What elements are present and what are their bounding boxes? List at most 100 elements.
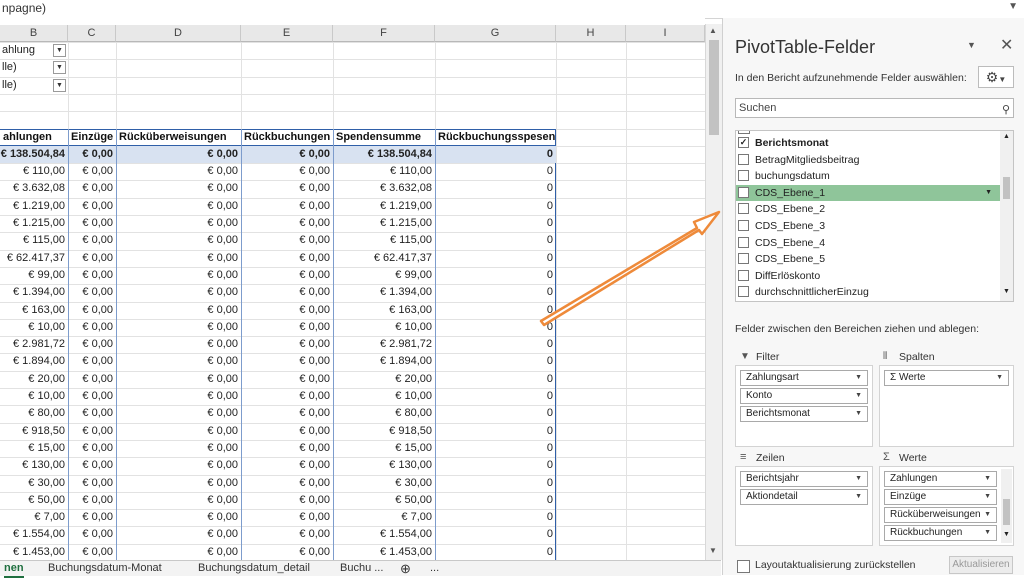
chevron-down-icon[interactable]: ▼ xyxy=(985,185,992,201)
sheet-tab[interactable]: Buchungsdatum-Monat xyxy=(48,561,162,576)
filter-dropdown-icon[interactable]: ▼ xyxy=(53,44,66,57)
filter-dropdown-icon[interactable]: ▼ xyxy=(53,61,66,75)
formula-bar[interactable]: npagne) ▼ xyxy=(0,0,1024,19)
table-cell: € 80,00 xyxy=(28,407,65,420)
field-list-item[interactable]: ✓ Berichtsmonat xyxy=(736,135,1000,151)
chevron-down-icon[interactable]: ▼ xyxy=(984,526,991,540)
sheet-tabs-more[interactable]: ... xyxy=(430,561,439,576)
field-checkbox[interactable] xyxy=(738,286,749,298)
field-checkbox[interactable] xyxy=(738,269,749,281)
field-list-item[interactable]: BetragMitgliedsbeitrag xyxy=(736,152,1000,168)
filter-chip[interactable]: Zahlungsart ▼ xyxy=(740,370,868,386)
field-list-item[interactable]: CDS_Ebene_2 xyxy=(736,201,1000,217)
field-checkbox[interactable] xyxy=(738,153,749,165)
table-cell: 0 xyxy=(546,199,553,212)
field-label: Berichtsmonat xyxy=(755,137,829,149)
sheet-tab-active[interactable]: nen xyxy=(4,561,24,578)
values-area-scrollbar[interactable]: ▼ xyxy=(1001,469,1012,543)
chevron-down-icon[interactable]: ▼ xyxy=(984,508,991,522)
search-icon[interactable]: ⚲ xyxy=(1002,101,1010,119)
field-checkbox[interactable] xyxy=(738,203,749,215)
field-list-item[interactable]: CDS_Ebene_1 ▼ xyxy=(736,184,1000,201)
pane-options-chevron-icon[interactable]: ▼ xyxy=(967,40,976,50)
table-cell: 0 xyxy=(546,545,553,558)
field-checkbox[interactable] xyxy=(738,253,749,265)
table-cell: 0 xyxy=(546,182,553,195)
chevron-down-icon[interactable]: ▼ xyxy=(996,371,1003,385)
spreadsheet-grid[interactable]: B C D E F G H Iahlung ▼ lle) ▼ lle) ▼ ahlungen Einzüge… xyxy=(0,18,705,560)
scroll-down-arrow-icon[interactable]: ▼ xyxy=(1003,531,1010,538)
table-cell: € 0,00 xyxy=(299,165,330,178)
update-button[interactable]: Aktualisieren xyxy=(949,556,1013,574)
columns-area[interactable]: Σ Werte ▼ xyxy=(879,365,1014,447)
column-header[interactable]: F xyxy=(333,25,435,42)
values-chip[interactable]: Rückbuchungen ▼ xyxy=(884,525,997,541)
values-chip[interactable]: Einzüge ▼ xyxy=(884,489,997,505)
table-cell: € 0,00 xyxy=(299,372,330,385)
chevron-down-icon[interactable]: ▼ xyxy=(984,472,991,486)
column-header[interactable]: B xyxy=(0,25,68,42)
table-cell: € 918,50 xyxy=(22,424,65,437)
table-cell: € 1.554,00 xyxy=(13,528,65,541)
scroll-up-arrow-icon[interactable]: ▲ xyxy=(709,26,717,35)
scrollbar-thumb[interactable] xyxy=(1003,177,1010,199)
column-header[interactable]: H xyxy=(556,25,626,42)
table-cell: € 0,00 xyxy=(299,355,330,368)
scrollbar-thumb[interactable] xyxy=(709,40,719,135)
column-header[interactable]: G xyxy=(435,25,556,42)
filter-area[interactable]: Zahlungsart ▼ Konto ▼ Berichtsmonat ▼ xyxy=(735,365,873,447)
search-input[interactable]: Suchen ⚲ xyxy=(735,98,1014,118)
gear-icon[interactable]: ⚙▼ xyxy=(978,66,1014,88)
field-list-item[interactable]: durchschnittlicherEinzug xyxy=(736,284,1000,300)
table-cell: € 0,00 xyxy=(207,424,238,437)
field-checkbox[interactable] xyxy=(738,236,749,248)
field-list-item[interactable]: CDS_Ebene_3 xyxy=(736,218,1000,234)
filter-chip[interactable]: Berichtsmonat ▼ xyxy=(740,406,868,422)
values-area[interactable]: Zahlungen ▼ Einzüge ▼ Rücküberweisungen ▼ R… xyxy=(879,466,1014,546)
field-list-item[interactable]: CDS_Ebene_5 xyxy=(736,251,1000,267)
columns-chip[interactable]: Σ Werte ▼ xyxy=(884,370,1009,386)
scroll-up-arrow-icon[interactable]: ▲ xyxy=(1003,133,1010,140)
field-list[interactable]: ▲ ▼ ✓ Berichtsmonat BetragMitgliedsbeitrag… xyxy=(735,130,1014,302)
rows-chip[interactable]: Berichtsjahr ▼ xyxy=(740,471,868,487)
chevron-down-icon[interactable]: ▼ xyxy=(984,490,991,504)
values-chip[interactable]: Zahlungen ▼ xyxy=(884,471,997,487)
defer-layout-checkbox[interactable] xyxy=(737,560,750,573)
chevron-down-icon[interactable]: ▼ xyxy=(1008,1,1018,12)
rows-chip[interactable]: Aktiondetail ▼ xyxy=(740,489,868,505)
scroll-down-arrow-icon[interactable]: ▼ xyxy=(709,546,717,555)
chevron-down-icon[interactable]: ▼ xyxy=(855,389,862,403)
field-list-scrollbar[interactable]: ▲ ▼ xyxy=(1000,131,1013,301)
sheet-tab[interactable]: Buchungsdatum_detail xyxy=(198,561,310,576)
table-cell: € 0,00 xyxy=(299,251,330,264)
rows-area[interactable]: Berichtsjahr ▼ Aktiondetail ▼ xyxy=(735,466,873,546)
close-icon[interactable]: ✕ xyxy=(1000,35,1013,55)
column-header[interactable]: E xyxy=(241,25,333,42)
column-header[interactable]: I xyxy=(626,25,705,42)
column-header[interactable]: D xyxy=(116,25,241,42)
field-checkbox[interactable] xyxy=(738,220,749,231)
field-list-item[interactable]: CDS_Ebene_4 xyxy=(736,235,1000,251)
field-checkbox[interactable] xyxy=(738,186,749,198)
table-column-separator xyxy=(116,128,117,560)
scroll-down-arrow-icon[interactable]: ▼ xyxy=(1003,288,1010,295)
field-list-item[interactable]: buchungsdatum xyxy=(736,168,1000,184)
sheet-tab[interactable]: Buchu ... xyxy=(340,561,383,576)
filter-chip[interactable]: Konto ▼ xyxy=(740,388,868,404)
chevron-down-icon[interactable]: ▼ xyxy=(855,490,862,504)
table-cell: 0 xyxy=(546,165,553,178)
field-checkbox[interactable] xyxy=(738,170,749,182)
chevron-down-icon[interactable]: ▼ xyxy=(855,371,862,385)
filter-dropdown-icon[interactable]: ▼ xyxy=(53,78,66,92)
field-label: CDS_Ebene_3 xyxy=(755,220,826,232)
scrollbar-thumb[interactable] xyxy=(1003,499,1010,525)
column-header[interactable]: C xyxy=(68,25,116,42)
sheet-vertical-scrollbar[interactable]: ▲ ▼ xyxy=(705,24,722,560)
chevron-down-icon[interactable]: ▼ xyxy=(855,407,862,421)
add-sheet-icon[interactable]: ⊕ xyxy=(400,561,411,576)
field-list-item[interactable]: DiffErlöskonto xyxy=(736,268,1000,284)
field-checkbox[interactable]: ✓ xyxy=(738,137,749,148)
chevron-down-icon[interactable]: ▼ xyxy=(855,472,862,486)
values-chip[interactable]: Rücküberweisungen ▼ xyxy=(884,507,997,523)
field-label: CDS_Ebene_4 xyxy=(755,236,826,249)
